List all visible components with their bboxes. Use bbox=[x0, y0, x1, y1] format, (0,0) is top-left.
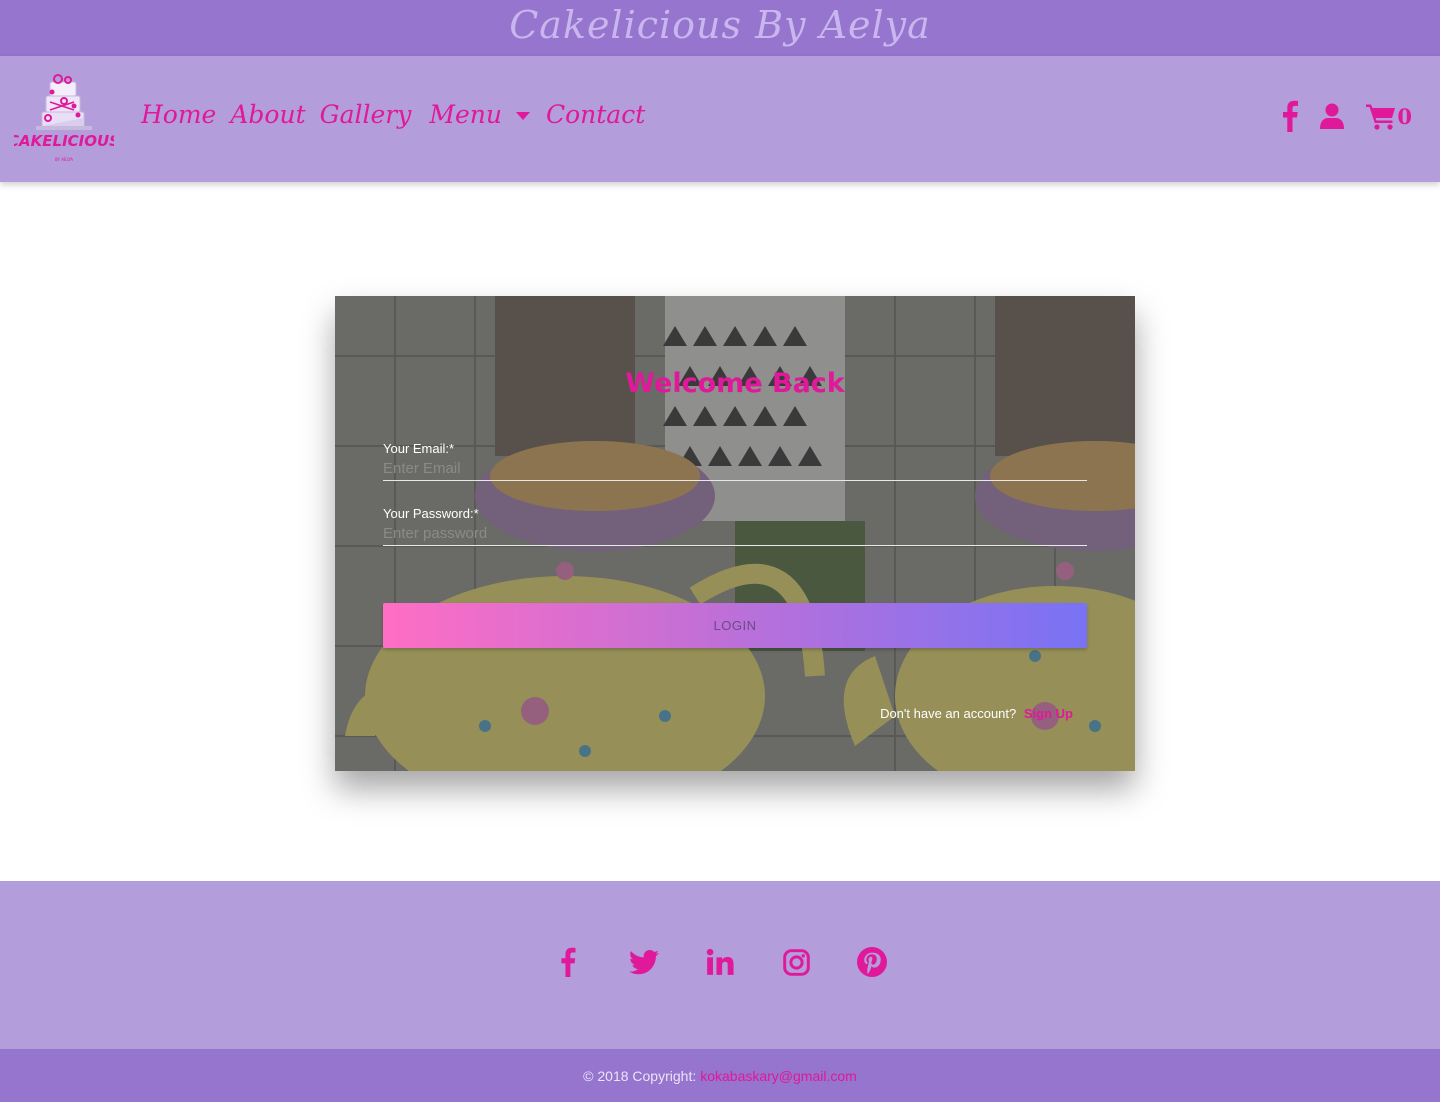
logo-cake-icon: CAKELICIOUS BY AELYA bbox=[8, 74, 120, 162]
cart-icon bbox=[1366, 104, 1396, 130]
password-field[interactable] bbox=[383, 522, 1087, 546]
nav-contact[interactable]: Contact bbox=[546, 100, 645, 129]
pinterest-icon[interactable] bbox=[857, 947, 887, 977]
navbar: CAKELICIOUS BY AELYA Home About Gallery … bbox=[0, 56, 1440, 182]
twitter-icon[interactable] bbox=[629, 947, 659, 977]
logo-subtext: BY AELYA bbox=[55, 157, 73, 162]
logo[interactable]: CAKELICIOUS BY AELYA bbox=[8, 68, 120, 168]
email-field[interactable] bbox=[383, 457, 1087, 481]
password-label: Your Password:* bbox=[383, 506, 479, 521]
signup-link[interactable]: Sign Up bbox=[1024, 706, 1073, 721]
facebook-icon[interactable] bbox=[1282, 100, 1299, 132]
cart-button[interactable]: 0 bbox=[1366, 103, 1412, 130]
copyright-text: © 2018 Copyright: bbox=[583, 1067, 697, 1084]
brand-title: Cakelicious By Aelya bbox=[509, 3, 931, 47]
nav-home[interactable]: Home bbox=[141, 100, 216, 129]
main-content: Welcome Back Your Email:* Your Password:… bbox=[0, 182, 1440, 881]
facebook-icon[interactable] bbox=[553, 947, 583, 977]
password-field-group: Your Password:* bbox=[383, 506, 1087, 546]
social-links bbox=[0, 947, 1440, 977]
login-button[interactable]: LOGIN bbox=[383, 603, 1087, 648]
nav-menu-dropdown[interactable]: Menu bbox=[429, 100, 530, 129]
nav-gallery[interactable]: Gallery bbox=[320, 100, 412, 129]
logo-text: CAKELICIOUS bbox=[14, 132, 114, 150]
email-field-group: Your Email:* bbox=[383, 441, 1087, 481]
footer-social bbox=[0, 881, 1440, 1049]
login-title: Welcome Back bbox=[625, 368, 845, 399]
email-label: Your Email:* bbox=[383, 441, 455, 456]
signup-prompt: Don't have an account? bbox=[880, 706, 1017, 721]
nav-icons: 0 bbox=[1260, 100, 1412, 132]
chevron-down-icon bbox=[515, 111, 530, 120]
login-card: Welcome Back Your Email:* Your Password:… bbox=[335, 296, 1135, 771]
linkedin-icon[interactable] bbox=[705, 947, 735, 977]
instagram-icon[interactable] bbox=[781, 947, 811, 977]
cart-count: 0 bbox=[1397, 103, 1412, 129]
nav-about[interactable]: About bbox=[230, 100, 305, 129]
top-banner: Cakelicious By Aelya bbox=[0, 0, 1440, 56]
nav-menu-label: Menu bbox=[429, 100, 502, 129]
signup-row: Don't have an account? Sign Up bbox=[880, 706, 1073, 721]
nav-links: Home About Gallery Menu Contact bbox=[141, 100, 659, 129]
footer-email-link[interactable]: kokabaskary@gmail.com bbox=[700, 1068, 857, 1084]
footer-bottom: © 2018 Copyright: kokabaskary@gmail.com bbox=[0, 1049, 1440, 1102]
user-icon[interactable] bbox=[1320, 103, 1345, 129]
